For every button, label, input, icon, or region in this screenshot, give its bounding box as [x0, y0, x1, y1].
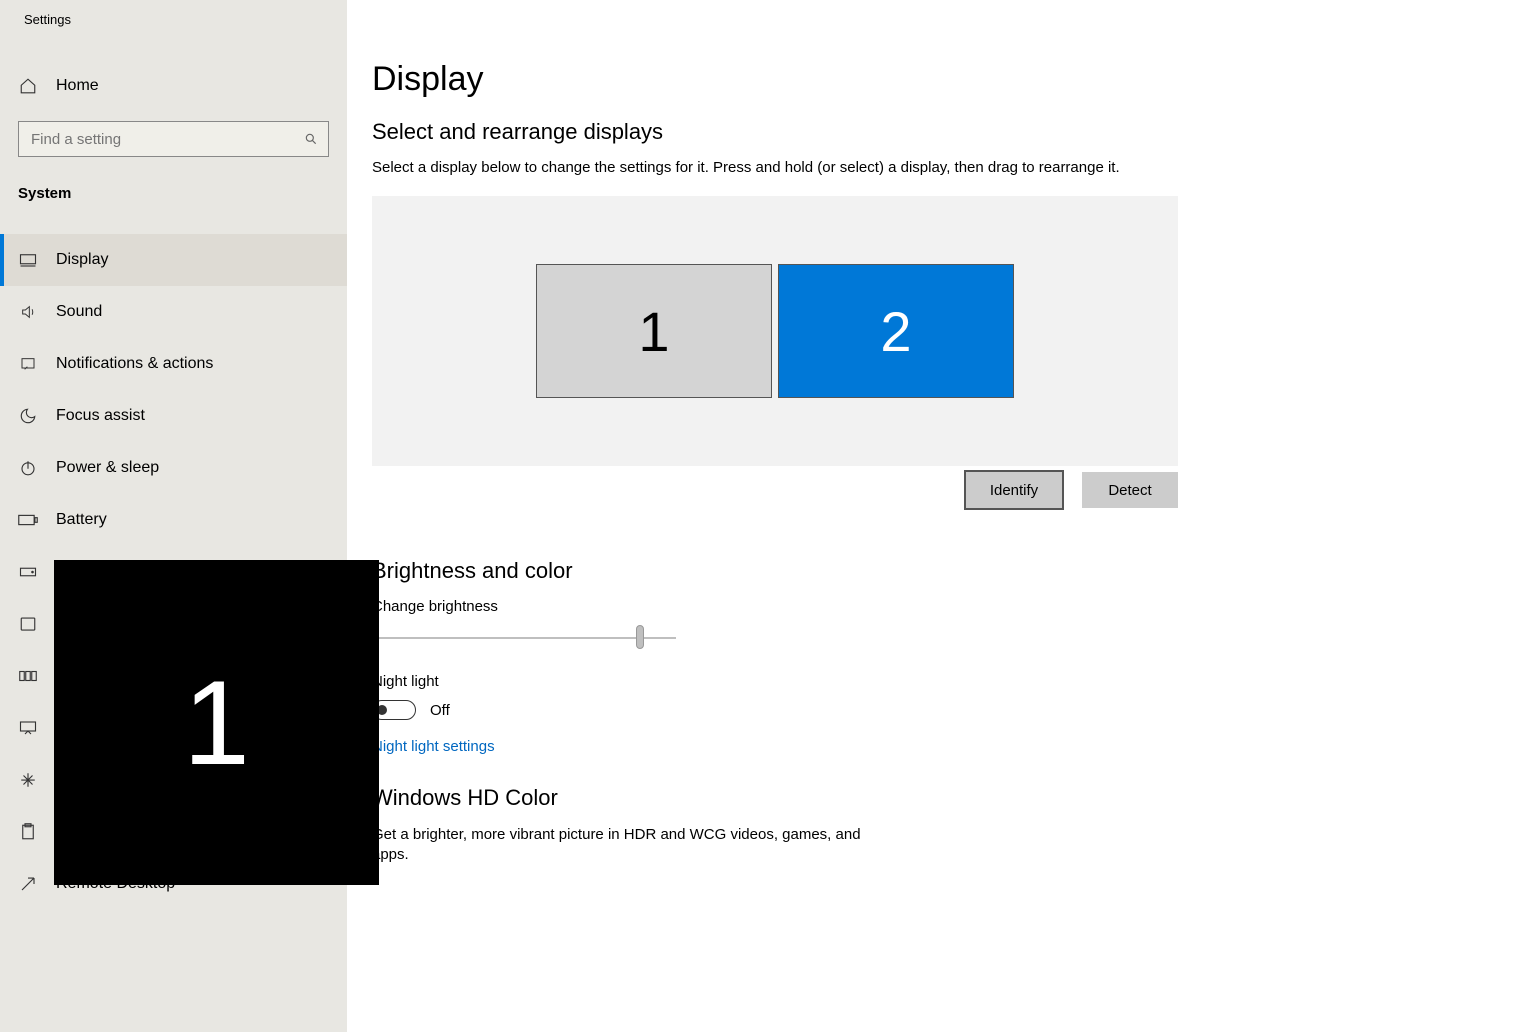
brightness-slider[interactable] — [372, 625, 676, 649]
category-label: System — [0, 157, 347, 216]
sound-icon — [18, 304, 38, 320]
detect-button[interactable]: Detect — [1082, 472, 1178, 508]
night-light-state: Off — [430, 702, 450, 719]
main-content: Display Select and rearrange displays Se… — [347, 0, 1338, 1032]
identify-button[interactable]: Identify — [966, 472, 1062, 508]
nav-power-sleep[interactable]: Power & sleep — [0, 442, 347, 494]
nav-battery[interactable]: Battery — [0, 494, 347, 546]
nav-label: Notifications & actions — [56, 355, 213, 373]
rearrange-description: Select a display below to change the set… — [372, 159, 1272, 176]
identify-overlay: 1 — [54, 560, 379, 885]
search-box[interactable] — [18, 121, 329, 157]
focus-assist-icon — [18, 407, 38, 425]
slider-thumb[interactable] — [636, 625, 644, 649]
right-margin — [1338, 0, 1538, 1032]
tablet-icon — [18, 616, 38, 632]
section-hdr-heading: Windows HD Color — [372, 785, 1338, 811]
display-icon — [18, 253, 38, 267]
nav-label: Display — [56, 251, 108, 269]
night-light-settings-link[interactable]: Night light settings — [372, 738, 495, 755]
search-icon — [304, 132, 318, 146]
nav-label: Power & sleep — [56, 459, 159, 477]
nav-display[interactable]: Display — [0, 234, 347, 286]
night-light-label: Night light — [372, 673, 1338, 690]
multitasking-icon — [18, 669, 38, 683]
clipboard-icon — [18, 823, 38, 841]
nav-label: Sound — [56, 303, 102, 321]
home-icon — [18, 77, 38, 95]
shared-icon — [18, 771, 38, 789]
nav-focus-assist[interactable]: Focus assist — [0, 390, 347, 442]
display-arrange-area: 1 2 — [372, 196, 1178, 466]
battery-icon — [18, 514, 38, 526]
hdr-description: Get a brighter, more vibrant picture in … — [372, 825, 892, 866]
projecting-icon — [18, 720, 38, 736]
change-brightness-label: Change brightness — [372, 598, 1338, 615]
monitor-1[interactable]: 1 — [536, 264, 772, 398]
search-input[interactable] — [29, 130, 304, 149]
section-brightness-heading: Brightness and color — [372, 558, 1338, 584]
nav-label: Focus assist — [56, 407, 145, 425]
remote-desktop-icon — [18, 875, 38, 893]
window-title: Settings — [0, 0, 347, 37]
monitor-2[interactable]: 2 — [778, 264, 1014, 398]
nav-sound[interactable]: Sound — [0, 286, 347, 338]
home-label: Home — [56, 77, 99, 95]
nav-notifications[interactable]: Notifications & actions — [0, 338, 347, 390]
power-icon — [18, 459, 38, 477]
nav-label: Battery — [56, 511, 107, 529]
section-rearrange-heading: Select and rearrange displays — [372, 119, 1338, 145]
notifications-icon — [18, 356, 38, 372]
page-title: Display — [372, 60, 1338, 99]
storage-icon — [18, 565, 38, 579]
home-nav[interactable]: Home — [0, 65, 347, 107]
